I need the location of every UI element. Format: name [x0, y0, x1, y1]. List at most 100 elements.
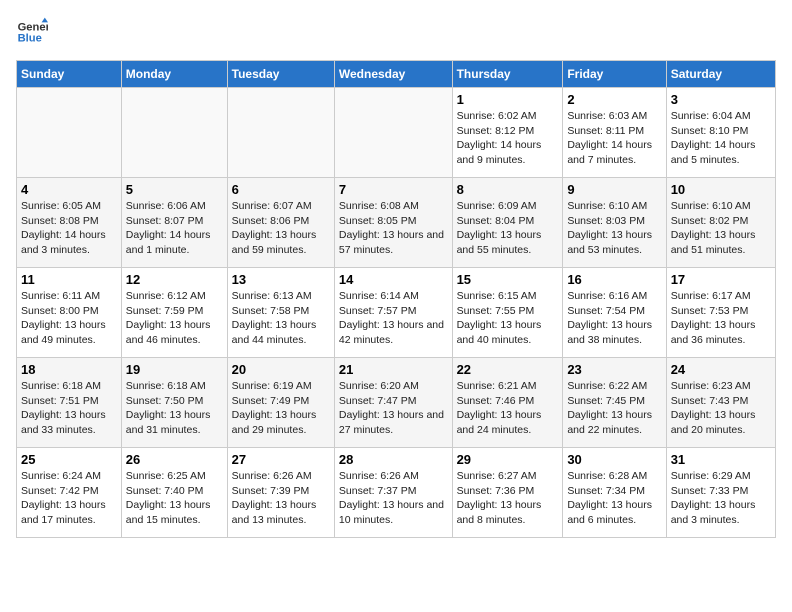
day-number: 22	[457, 362, 559, 377]
calendar-cell: 9 Sunrise: 6:10 AM Sunset: 8:03 PM Daylig…	[563, 178, 666, 268]
calendar-cell: 8 Sunrise: 6:09 AM Sunset: 8:04 PM Daylig…	[452, 178, 563, 268]
calendar-cell: 14 Sunrise: 6:14 AM Sunset: 7:57 PM Dayli…	[334, 268, 452, 358]
calendar-cell: 3 Sunrise: 6:04 AM Sunset: 8:10 PM Daylig…	[666, 88, 775, 178]
day-number: 12	[126, 272, 223, 287]
svg-text:General: General	[18, 21, 48, 33]
calendar-cell: 21 Sunrise: 6:20 AM Sunset: 7:47 PM Dayli…	[334, 358, 452, 448]
day-number: 24	[671, 362, 771, 377]
day-info: Sunrise: 6:22 AM Sunset: 7:45 PM Dayligh…	[567, 379, 661, 438]
calendar-cell: 7 Sunrise: 6:08 AM Sunset: 8:05 PM Daylig…	[334, 178, 452, 268]
calendar-cell	[334, 88, 452, 178]
calendar-cell: 27Sunrise: 6:26 AM Sunset: 7:39 PM Dayli…	[227, 448, 334, 538]
day-number: 15	[457, 272, 559, 287]
day-info: Sunrise: 6:17 AM Sunset: 7:53 PM Dayligh…	[671, 289, 771, 348]
day-number: 31	[671, 452, 771, 467]
day-number: 5	[126, 182, 223, 197]
day-info: Sunrise: 6:16 AM Sunset: 7:54 PM Dayligh…	[567, 289, 661, 348]
day-number: 30	[567, 452, 661, 467]
col-header-monday: Monday	[121, 61, 227, 88]
col-header-friday: Friday	[563, 61, 666, 88]
day-info: Sunrise: 6:21 AM Sunset: 7:46 PM Dayligh…	[457, 379, 559, 438]
day-info: Sunrise: 6:25 AM Sunset: 7:40 PM Dayligh…	[126, 469, 223, 528]
calendar-cell: 11 Sunrise: 6:11 AM Sunset: 8:00 PM Dayli…	[17, 268, 122, 358]
day-number: 6	[232, 182, 330, 197]
calendar-cell: 17 Sunrise: 6:17 AM Sunset: 7:53 PM Dayli…	[666, 268, 775, 358]
calendar-cell	[227, 88, 334, 178]
day-info: Sunrise: 6:26 AM Sunset: 7:37 PM Dayligh…	[339, 469, 448, 528]
day-info: Sunrise: 6:15 AM Sunset: 7:55 PM Dayligh…	[457, 289, 559, 348]
calendar-cell	[121, 88, 227, 178]
day-number: 27	[232, 452, 330, 467]
day-number: 8	[457, 182, 559, 197]
day-number: 26	[126, 452, 223, 467]
calendar-cell: 25 Sunrise: 6:24 AM Sunset: 7:42 PM Dayli…	[17, 448, 122, 538]
calendar-table: SundayMondayTuesdayWednesdayThursdayFrid…	[16, 60, 776, 538]
col-header-saturday: Saturday	[666, 61, 775, 88]
calendar-cell: 15 Sunrise: 6:15 AM Sunset: 7:55 PM Dayli…	[452, 268, 563, 358]
day-info: Sunrise: 6:10 AM Sunset: 8:03 PM Dayligh…	[567, 199, 661, 258]
col-header-sunday: Sunday	[17, 61, 122, 88]
day-info: Sunrise: 6:24 AM Sunset: 7:42 PM Dayligh…	[21, 469, 117, 528]
calendar-cell: 5 Sunrise: 6:06 AM Sunset: 8:07 PM Daylig…	[121, 178, 227, 268]
day-number: 25	[21, 452, 117, 467]
day-info: Sunrise: 6:10 AM Sunset: 8:02 PM Dayligh…	[671, 199, 771, 258]
page-header: General Blue	[16, 16, 776, 48]
day-info: Sunrise: 6:28 AM Sunset: 7:34 PM Dayligh…	[567, 469, 661, 528]
day-number: 10	[671, 182, 771, 197]
calendar-cell: 12 Sunrise: 6:12 AM Sunset: 7:59 PM Dayli…	[121, 268, 227, 358]
day-info: Sunrise: 6:27 AM Sunset: 7:36 PM Dayligh…	[457, 469, 559, 528]
col-header-tuesday: Tuesday	[227, 61, 334, 88]
day-info: Sunrise: 6:06 AM Sunset: 8:07 PM Dayligh…	[126, 199, 223, 258]
day-info: Sunrise: 6:14 AM Sunset: 7:57 PM Dayligh…	[339, 289, 448, 348]
logo: General Blue	[16, 16, 48, 48]
calendar-cell: 13 Sunrise: 6:13 AM Sunset: 7:58 PM Dayli…	[227, 268, 334, 358]
day-number: 13	[232, 272, 330, 287]
calendar-cell: 26 Sunrise: 6:25 AM Sunset: 7:40 PM Dayli…	[121, 448, 227, 538]
day-info: Sunrise: 6:20 AM Sunset: 7:47 PM Dayligh…	[339, 379, 448, 438]
day-number: 7	[339, 182, 448, 197]
day-info: Sunrise: 6:18 AM Sunset: 7:50 PM Dayligh…	[126, 379, 223, 438]
day-info: Sunrise: 6:12 AM Sunset: 7:59 PM Dayligh…	[126, 289, 223, 348]
day-info: Sunrise: 6:05 AM Sunset: 8:08 PM Dayligh…	[21, 199, 117, 258]
calendar-cell: 22 Sunrise: 6:21 AM Sunset: 7:46 PM Dayli…	[452, 358, 563, 448]
calendar-cell: 19Sunrise: 6:18 AM Sunset: 7:50 PM Dayli…	[121, 358, 227, 448]
day-number: 1	[457, 92, 559, 107]
day-number: 23	[567, 362, 661, 377]
day-number: 3	[671, 92, 771, 107]
day-info: Sunrise: 6:11 AM Sunset: 8:00 PM Dayligh…	[21, 289, 117, 348]
calendar-cell: 1 Sunrise: 6:02 AM Sunset: 8:12 PM Daylig…	[452, 88, 563, 178]
day-info: Sunrise: 6:04 AM Sunset: 8:10 PM Dayligh…	[671, 109, 771, 168]
day-info: Sunrise: 6:18 AM Sunset: 7:51 PM Dayligh…	[21, 379, 117, 438]
day-info: Sunrise: 6:29 AM Sunset: 7:33 PM Dayligh…	[671, 469, 771, 528]
calendar-cell: 6 Sunrise: 6:07 AM Sunset: 8:06 PM Daylig…	[227, 178, 334, 268]
day-number: 16	[567, 272, 661, 287]
day-number: 21	[339, 362, 448, 377]
day-info: Sunrise: 6:09 AM Sunset: 8:04 PM Dayligh…	[457, 199, 559, 258]
day-number: 29	[457, 452, 559, 467]
calendar-cell: 23 Sunrise: 6:22 AM Sunset: 7:45 PM Dayli…	[563, 358, 666, 448]
day-info: Sunrise: 6:03 AM Sunset: 8:11 PM Dayligh…	[567, 109, 661, 168]
calendar-cell: 24 Sunrise: 6:23 AM Sunset: 7:43 PM Dayli…	[666, 358, 775, 448]
day-number: 2	[567, 92, 661, 107]
day-number: 14	[339, 272, 448, 287]
calendar-cell: 10 Sunrise: 6:10 AM Sunset: 8:02 PM Dayli…	[666, 178, 775, 268]
calendar-cell: 28Sunrise: 6:26 AM Sunset: 7:37 PM Dayli…	[334, 448, 452, 538]
day-info: Sunrise: 6:23 AM Sunset: 7:43 PM Dayligh…	[671, 379, 771, 438]
calendar-cell: 30 Sunrise: 6:28 AM Sunset: 7:34 PM Dayli…	[563, 448, 666, 538]
day-info: Sunrise: 6:02 AM Sunset: 8:12 PM Dayligh…	[457, 109, 559, 168]
logo-icon: General Blue	[16, 16, 48, 48]
calendar-cell: 2 Sunrise: 6:03 AM Sunset: 8:11 PM Daylig…	[563, 88, 666, 178]
day-info: Sunrise: 6:19 AM Sunset: 7:49 PM Dayligh…	[232, 379, 330, 438]
day-info: Sunrise: 6:07 AM Sunset: 8:06 PM Dayligh…	[232, 199, 330, 258]
calendar-cell: 4Sunrise: 6:05 AM Sunset: 8:08 PM Daylig…	[17, 178, 122, 268]
day-info: Sunrise: 6:13 AM Sunset: 7:58 PM Dayligh…	[232, 289, 330, 348]
calendar-cell: 20Sunrise: 6:19 AM Sunset: 7:49 PM Dayli…	[227, 358, 334, 448]
day-number: 17	[671, 272, 771, 287]
calendar-cell	[17, 88, 122, 178]
day-number: 9	[567, 182, 661, 197]
calendar-cell: 29 Sunrise: 6:27 AM Sunset: 7:36 PM Dayli…	[452, 448, 563, 538]
day-info: Sunrise: 6:08 AM Sunset: 8:05 PM Dayligh…	[339, 199, 448, 258]
day-number: 11	[21, 272, 117, 287]
col-header-thursday: Thursday	[452, 61, 563, 88]
calendar-cell: 18Sunrise: 6:18 AM Sunset: 7:51 PM Dayli…	[17, 358, 122, 448]
